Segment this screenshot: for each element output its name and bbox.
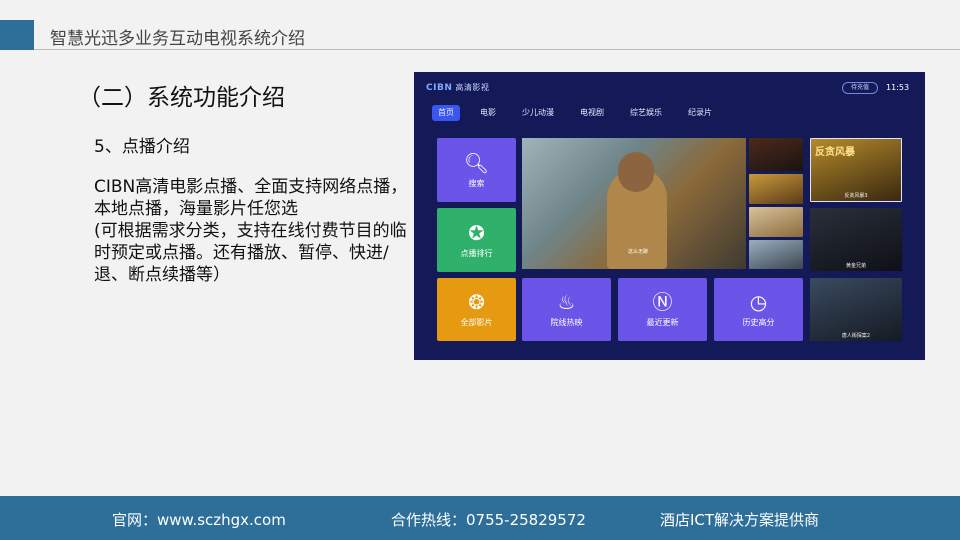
hero-figure-head — [618, 152, 654, 192]
tv-logo-sub: 高清影视 — [455, 83, 490, 92]
section-subtitle: 5、点播介绍 — [94, 137, 190, 157]
poster-3[interactable] — [749, 207, 803, 237]
header-divider — [34, 49, 960, 50]
poster-7-caption: 唐人街探案2 — [841, 333, 871, 339]
tile-all-movies[interactable]: ❂ 全部影片 — [437, 278, 516, 341]
tv-screenshot: CIBN 高清影视 待充值 11:53 首页 电影 少儿动漫 电视剧 综艺娱乐 纪… — [414, 72, 925, 360]
calendar-clock-icon: ◷ — [749, 290, 768, 314]
tab-home[interactable]: 首页 — [432, 105, 460, 121]
tab-movies[interactable]: 电影 — [474, 105, 502, 121]
film-reel-icon: ❂ — [468, 290, 485, 314]
tile-search-label: 搜索 — [468, 178, 485, 188]
tile-new[interactable]: Ⓝ 最近更新 — [618, 278, 707, 341]
tile-new-label: 最近更新 — [646, 318, 679, 327]
medal-icon: ✪ — [468, 220, 485, 245]
poster-5[interactable]: 反贪风暴 反贪风暴3 — [810, 138, 902, 202]
poster-1[interactable] — [749, 138, 803, 171]
page-header-title: 智慧光迅多业务互动电视系统介绍 — [50, 29, 305, 49]
tile-rank-label: 点播排行 — [460, 248, 493, 258]
footer-hotline: 合作热线：0755-25829572 — [391, 511, 586, 529]
hero-banner[interactable]: 这么无聊 — [522, 138, 746, 269]
footer-slogan: 酒店ICT解决方案提供商 — [660, 511, 820, 529]
header-accent-bar — [0, 20, 34, 50]
tv-logo: CIBN 高清影视 — [426, 82, 489, 93]
poster-7[interactable]: 唐人街探案2 — [810, 278, 902, 341]
section-title: （二）系统功能介绍 — [78, 85, 285, 111]
tile-search[interactable]: 🔍︎ 搜索 — [437, 138, 516, 202]
tile-all-label: 全部影片 — [460, 318, 493, 327]
tile-high-score[interactable]: ◷ 历史高分 — [714, 278, 803, 341]
tab-kids[interactable]: 少儿动漫 — [516, 105, 560, 121]
hero-caption: 这么无聊 — [628, 249, 649, 255]
poster-6-caption: 黄金兄弟 — [845, 263, 866, 269]
tile-rank[interactable]: ✪ 点播排行 — [437, 208, 516, 272]
tab-variety[interactable]: 综艺娱乐 — [624, 105, 668, 121]
tv-clock: 11:53 — [886, 83, 910, 92]
tile-high-label: 历史高分 — [742, 318, 775, 327]
poster-5-caption: 反贪风暴3 — [844, 193, 868, 199]
poster-5-title: 反贪风暴 — [815, 147, 855, 158]
poster-2[interactable] — [749, 174, 803, 204]
poster-4[interactable] — [749, 240, 803, 269]
tv-logo-text: CIBN — [426, 83, 453, 93]
tv-tab-bar: 首页 电影 少儿动漫 电视剧 综艺娱乐 纪录片 — [432, 105, 732, 121]
tile-hot[interactable]: ♨ 院线热映 — [522, 278, 611, 341]
tile-hot-label: 院线热映 — [550, 318, 583, 327]
section-description: CIBN高清电影点播、全面支持网络点播，本地点播，海量影片任您选 (可根据需求分… — [94, 177, 408, 285]
tab-documentary[interactable]: 纪录片 — [682, 105, 718, 121]
new-badge-icon: Ⓝ — [652, 290, 673, 314]
footer-website: 官网：www.sczhgx.com — [112, 511, 286, 529]
footer-bar: 官网：www.sczhgx.com 合作热线：0755-25829572 酒店I… — [0, 496, 960, 540]
tv-login-button[interactable]: 待充值 — [842, 82, 878, 94]
poster-6[interactable]: 黄金兄弟 — [810, 208, 902, 271]
tab-tv-series[interactable]: 电视剧 — [574, 105, 610, 121]
flame-icon: ♨ — [557, 290, 576, 314]
search-icon: 🔍︎ — [463, 150, 490, 175]
